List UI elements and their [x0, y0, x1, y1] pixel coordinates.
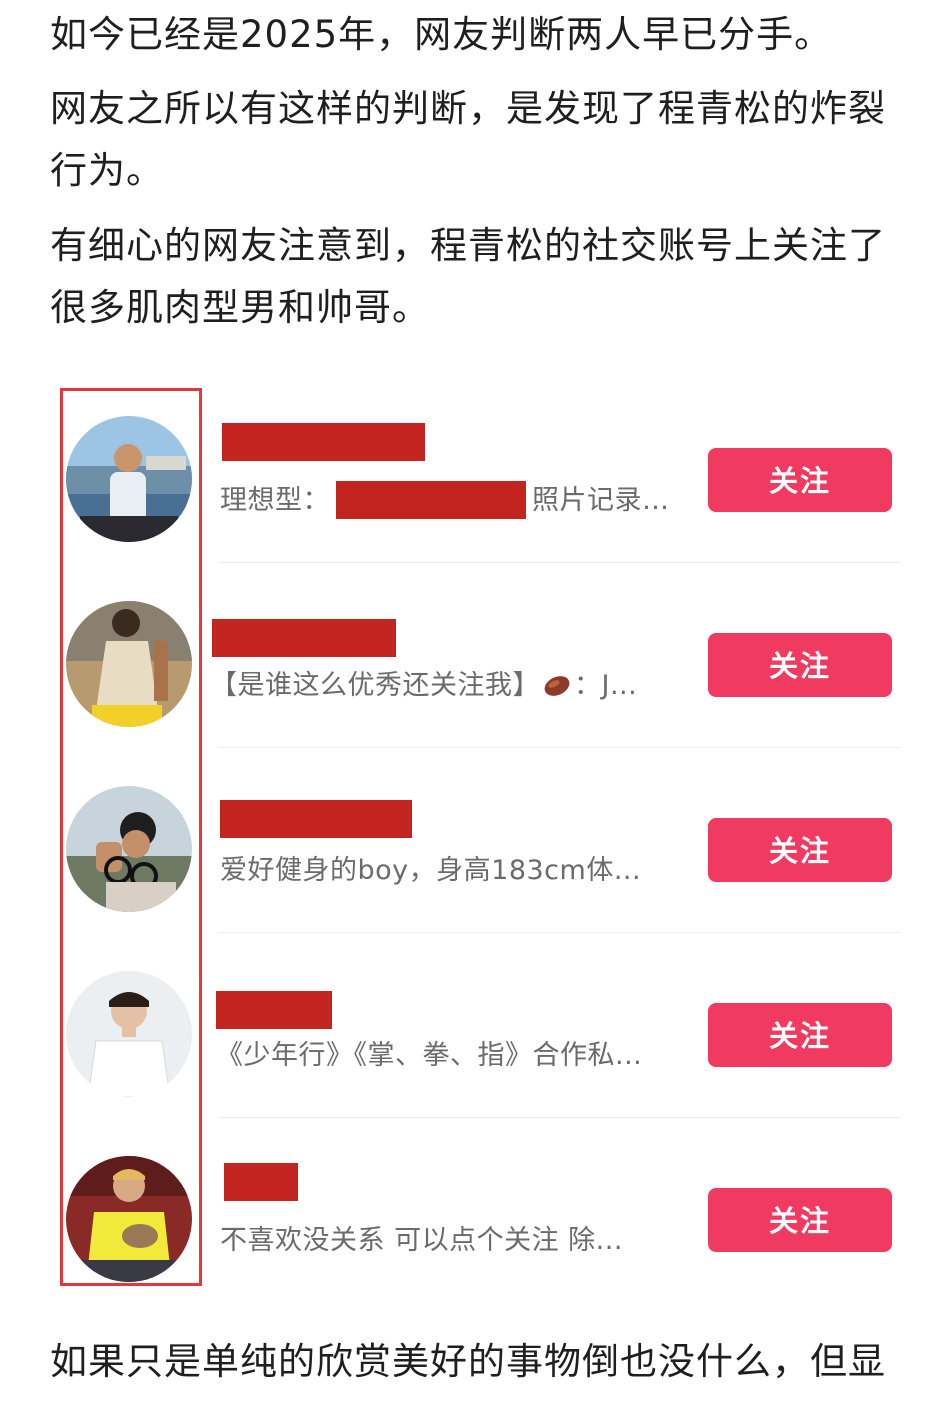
- redacted-username: [224, 1163, 298, 1201]
- bio-text: 《少年行》《掌、拳、指》合作私...: [216, 1040, 643, 1071]
- redacted-username: [216, 991, 332, 1029]
- profile-photo-man-on-boat-icon: [66, 416, 192, 542]
- redacted-username: [220, 800, 412, 838]
- sweet-potato-icon: [542, 672, 572, 698]
- bio-text: ：J...: [574, 670, 638, 701]
- profile-photo-young-man-white-shirt-icon: [66, 971, 192, 1097]
- follow-list-item: 爱好健身的boy，身高183cm体... 关注: [58, 748, 900, 933]
- follow-button[interactable]: 关注: [708, 818, 892, 882]
- article-paragraph: 有细心的网友注意到，程青松的社交账号上关注了很多肌肉型男和帅哥。: [50, 224, 886, 329]
- user-bio: 【是谁这么优秀还关注我】 ：J...: [210, 663, 637, 702]
- follow-button[interactable]: 关注: [708, 448, 892, 512]
- bio-text: 不喜欢没关系 可以点个关注 除...: [220, 1225, 623, 1256]
- article-paragraph: 如果只是单纯的欣赏美好的事物倒也没什么，但显: [50, 1340, 886, 1383]
- bio-text: 理想型：: [220, 485, 330, 516]
- avatar[interactable]: [66, 786, 192, 912]
- profile-photo-man-glasses-icon: [66, 786, 192, 912]
- bio-text: 爱好健身的boy，身高183cm体...: [220, 855, 642, 886]
- profile-photo-man-yellow-shirt-icon: [66, 1156, 192, 1282]
- avatar[interactable]: [66, 601, 192, 727]
- user-bio: 不喜欢没关系 可以点个关注 除...: [220, 1218, 623, 1257]
- follow-list-item: 【是谁这么优秀还关注我】 ：J... 关注: [58, 563, 900, 748]
- embedded-screenshot-follow-list: 理想型： 照片记录… 关注 【是谁这么优秀还关注我】 ：J... 关注 爱好健身…: [58, 378, 900, 1296]
- redacted-bio-text: [336, 480, 526, 519]
- follow-button[interactable]: 关注: [708, 633, 892, 697]
- follow-button[interactable]: 关注: [708, 1003, 892, 1067]
- redacted-username: [222, 423, 425, 461]
- profile-photo-man-sunlight-icon: [66, 601, 192, 727]
- follow-list-item: 不喜欢没关系 可以点个关注 除... 关注: [58, 1118, 900, 1303]
- redacted-username: [212, 619, 396, 657]
- follow-list-item: 理想型： 照片记录… 关注: [58, 378, 900, 563]
- user-bio: 理想型： 照片记录…: [220, 478, 670, 521]
- avatar[interactable]: [66, 416, 192, 542]
- article-paragraph: 网友之所以有这样的判断，是发现了程青松的炸裂行为。: [50, 87, 886, 192]
- bio-text: 照片记录…: [532, 485, 670, 516]
- follow-list-item: 《少年行》《掌、拳、指》合作私... 关注: [58, 933, 900, 1118]
- user-bio: 《少年行》《掌、拳、指》合作私...: [216, 1033, 642, 1072]
- user-bio: 爱好健身的boy，身高183cm体...: [220, 848, 641, 887]
- avatar[interactable]: [66, 1156, 192, 1282]
- avatar[interactable]: [66, 971, 192, 1097]
- bio-text: 【是谁这么优秀还关注我】: [210, 670, 540, 701]
- article-paragraph: 如今已经是2025年，网友判断两人早已分手。: [50, 13, 833, 56]
- follow-button[interactable]: 关注: [708, 1188, 892, 1252]
